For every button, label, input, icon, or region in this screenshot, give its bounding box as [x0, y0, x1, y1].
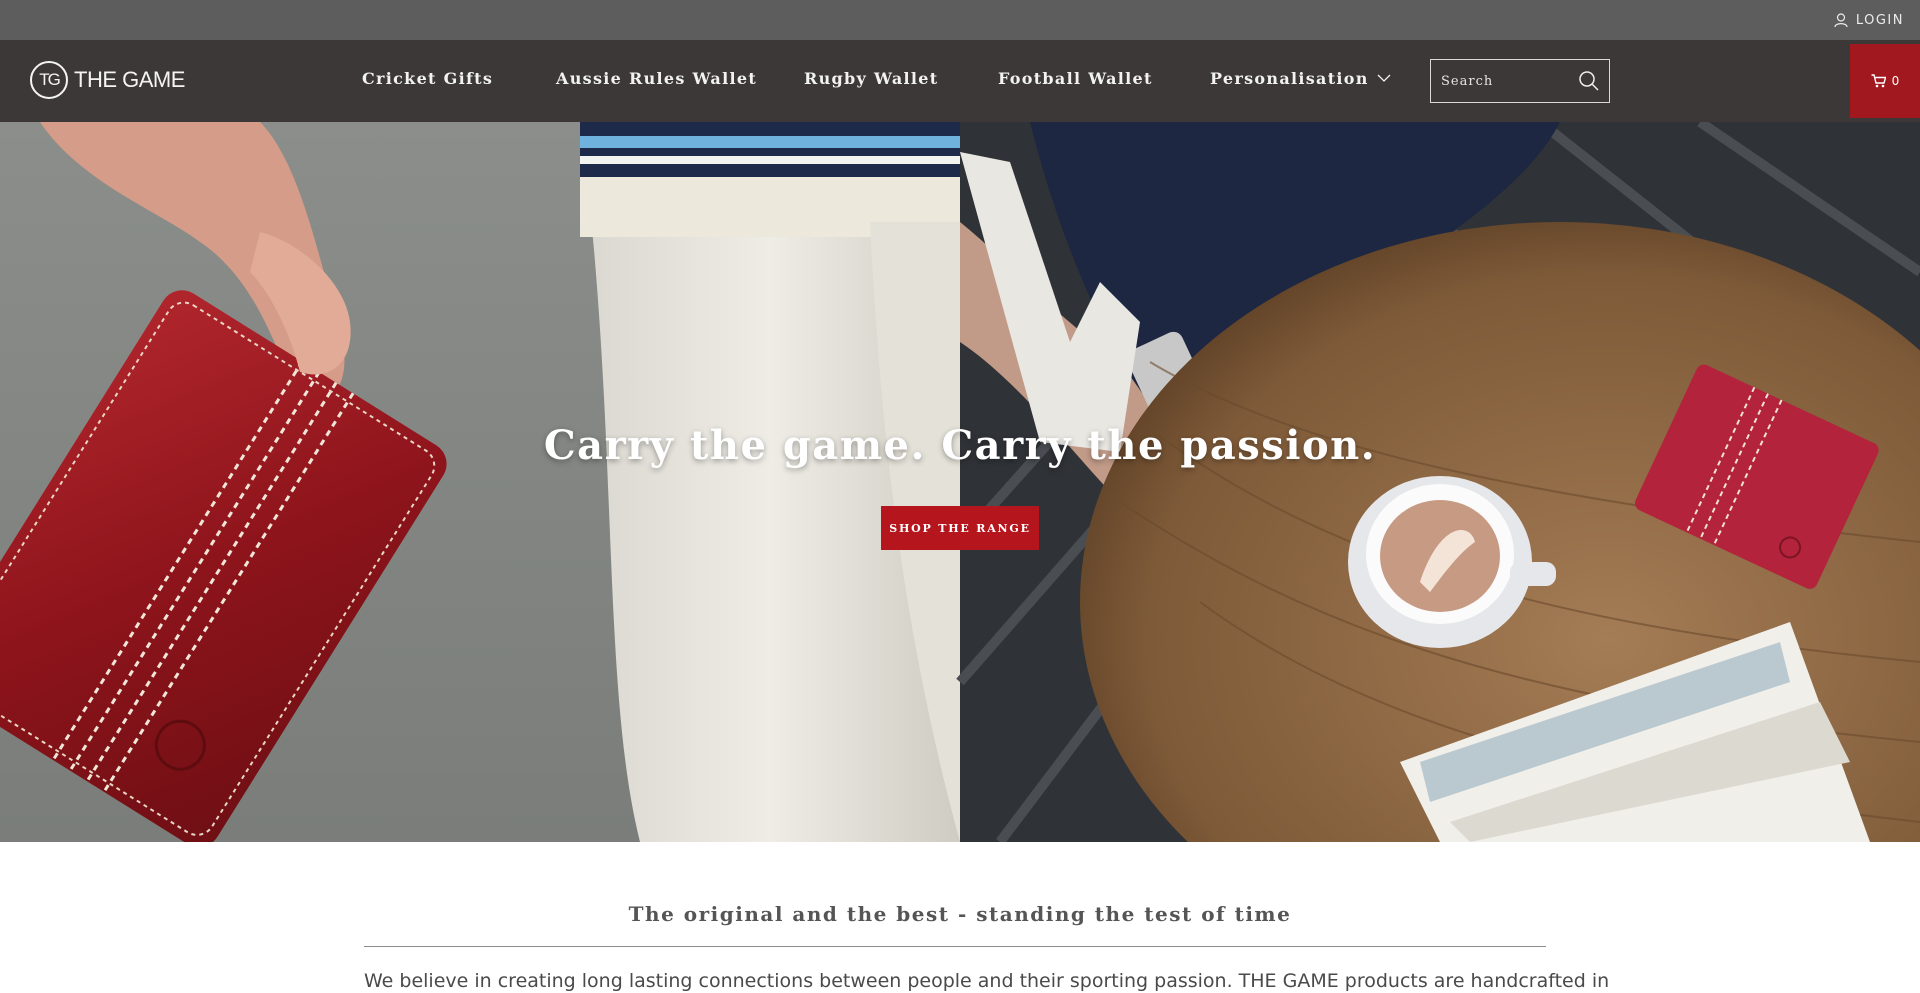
nav-aussie-rules-wallet[interactable]: Aussie Rules Wallet [556, 69, 757, 88]
intro-text: We believe in creating long lasting conn… [364, 970, 1610, 992]
cart-icon [1871, 74, 1886, 88]
main-header: TG THE GAME Cricket Gifts Aussie Rules W… [0, 40, 1920, 122]
logo[interactable]: TG THE GAME [30, 60, 185, 100]
login-link[interactable]: LOGIN [1834, 0, 1904, 40]
nav-rugby-wallet[interactable]: Rugby Wallet [804, 69, 938, 88]
search-input[interactable] [1431, 60, 1571, 102]
chevron-down-icon [1377, 74, 1391, 82]
search-box [1430, 59, 1610, 103]
user-icon [1834, 12, 1848, 27]
section-heading: The original and the best - standing the… [628, 902, 1292, 926]
nav-personalisation[interactable]: Personalisation [1210, 69, 1391, 88]
nav-label: Aussie Rules Wallet [556, 69, 758, 88]
shop-the-range-button[interactable]: SHOP THE RANGE [881, 506, 1039, 550]
cart-button[interactable]: 0 [1850, 44, 1920, 118]
nav-label: Cricket Gifts [362, 69, 494, 88]
nav-cricket-gifts[interactable]: Cricket Gifts [362, 69, 493, 88]
nav-label: Football Wallet [998, 69, 1153, 88]
search-icon[interactable] [1577, 69, 1601, 93]
hero-banner: Carry the game. Carry the passion. SHOP … [0, 122, 1920, 842]
divider [364, 946, 1546, 947]
utility-bar: LOGIN [0, 0, 1920, 40]
hero-image [0, 122, 1920, 842]
hero-title: Carry the game. Carry the passion. [543, 422, 1377, 469]
nav-label: Personalisation [1210, 69, 1369, 88]
cart-count: 0 [1891, 74, 1900, 88]
nav-football-wallet[interactable]: Football Wallet [998, 69, 1153, 88]
login-label: LOGIN [1855, 12, 1904, 28]
logo-mark: TG [30, 61, 68, 99]
nav-label: Rugby Wallet [804, 69, 939, 88]
logo-text: THE GAME [74, 67, 185, 92]
